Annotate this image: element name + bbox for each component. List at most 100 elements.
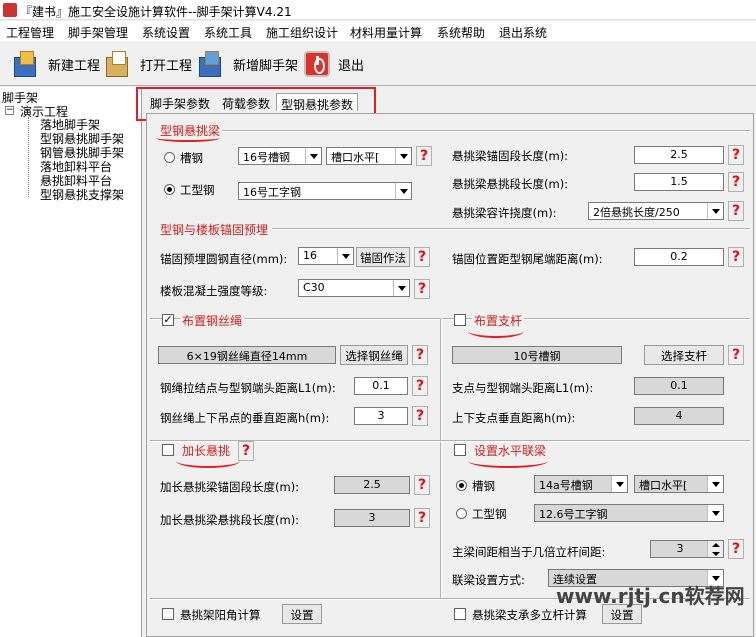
deflection-select[interactable]: 2倍悬挑长度/250 — [588, 202, 724, 220]
window-title: 『建书』施工安全设施计算软件--脚手架计算V4.21 — [20, 5, 292, 19]
help-icon[interactable]: ? — [414, 475, 430, 495]
open-project-button[interactable]: 打开工程 — [104, 46, 192, 82]
label-corner-calc: 悬挑架阳角计算 — [180, 608, 261, 622]
concrete-select[interactable]: C30 — [298, 279, 410, 297]
help-icon[interactable]: ? — [414, 247, 430, 267]
annotation-underline — [468, 454, 548, 468]
menu-exit[interactable]: 退出系统 — [499, 24, 547, 41]
extend-checkbox[interactable] — [162, 444, 174, 456]
add-scaffold-button[interactable]: 新增脚手架 — [197, 46, 298, 82]
strut-value: 10号槽钢 — [452, 346, 622, 364]
label-ibeam: 工型钢 — [180, 183, 215, 197]
help-icon[interactable]: ? — [412, 345, 428, 365]
menu-bar: 工程管理 脚手架管理 系统设置 系统工具 施工组织设计 材料用量计算 系统帮助 … — [0, 21, 756, 41]
menu-help[interactable]: 系统帮助 — [437, 24, 485, 41]
label-deflection: 悬挑梁容许挠度(m): — [452, 206, 557, 220]
cant-len-input[interactable]: 1.5 — [634, 173, 724, 191]
label-extend-cant: 加长悬挑梁悬挑段长度(m): — [160, 513, 300, 527]
strut-l1-input[interactable]: 0.1 — [634, 377, 724, 395]
link-orient-select[interactable]: 槽口水平[ — [634, 475, 724, 493]
add-scaffold-icon — [197, 49, 227, 79]
section-title-rope: 布置钢丝绳 — [180, 312, 245, 329]
label-link-channel: 槽钢 — [472, 479, 495, 493]
tab-load-params[interactable]: 荷载参数 — [218, 93, 274, 111]
label-channel: 槽钢 — [180, 151, 203, 165]
label-extend-anchor: 加长悬挑梁锚固段长度(m): — [160, 480, 300, 494]
radio-beam-ibeam[interactable] — [164, 184, 175, 195]
help-icon[interactable]: ? — [416, 146, 432, 166]
label-anchor-len: 悬挑梁锚固段长度(m): — [452, 149, 569, 163]
channel-orient-select[interactable]: 槽口水平[ — [326, 147, 412, 165]
select-strut-button[interactable]: 选择支杆 — [644, 345, 724, 365]
help-icon[interactable]: ? — [728, 539, 744, 559]
new-project-button[interactable]: 新建工程 — [12, 46, 100, 82]
label-strut-h: 上下支点垂直距离h(m): — [452, 411, 576, 425]
open-folder-icon — [104, 49, 134, 79]
label-rope-l1: 钢绳拉结点与型钢端头距离L1(m): — [160, 381, 336, 395]
help-icon[interactable]: ? — [728, 145, 744, 165]
ibeam-select[interactable]: 16号工字钢 — [238, 182, 412, 200]
label-strut-l1: 支点与型钢端头距离L1(m): — [452, 381, 594, 395]
radio-link-ibeam[interactable] — [456, 508, 467, 519]
bar-diameter-select[interactable]: 16 — [298, 247, 354, 265]
help-icon[interactable]: ? — [728, 247, 744, 267]
help-icon[interactable]: ? — [238, 441, 254, 461]
multi-pole-checkbox[interactable] — [454, 608, 466, 620]
title-bar: 『建书』施工安全设施计算软件--脚手架计算V4.21 — [0, 0, 756, 20]
rope-l1-input[interactable]: 0.1 — [354, 377, 408, 395]
link-spacing-stepper[interactable]: 3 — [650, 540, 724, 558]
new-project-icon — [12, 49, 42, 79]
anchor-len-input[interactable]: 2.5 — [634, 146, 724, 164]
section-title-anchor: 型钢与楼板锚固预埋 — [160, 223, 269, 237]
label-link-ibeam: 工型钢 — [472, 507, 507, 521]
extend-cant-input[interactable]: 3 — [334, 509, 410, 527]
menu-construction[interactable]: 施工组织设计 — [266, 24, 338, 41]
help-icon[interactable]: ? — [414, 279, 430, 299]
rope-h-input[interactable]: 3 — [354, 407, 408, 425]
channel-select[interactable]: 16号槽钢 — [238, 147, 322, 165]
radio-beam-channel[interactable] — [164, 152, 175, 163]
help-icon[interactable]: ? — [728, 201, 744, 221]
menu-settings[interactable]: 系统设置 — [142, 24, 190, 41]
label-multi-pole: 悬挑梁支承多立杆计算 — [472, 608, 587, 622]
strut-checkbox[interactable] — [454, 314, 466, 326]
anchor-pos-input[interactable]: 0.2 — [634, 248, 724, 266]
help-icon[interactable]: ? — [412, 376, 428, 396]
exit-button[interactable]: 退出 — [302, 46, 364, 82]
rope-checkbox[interactable]: ✓ — [162, 314, 174, 326]
tree-item[interactable]: 型钢悬挑支撑架 — [40, 186, 124, 203]
watermark: www.rjtj.cn软荐网 — [556, 584, 745, 608]
corner-settings-button[interactable]: 设置 — [282, 604, 322, 624]
label-bar-diameter: 锚固预埋圆钢直径(mm): — [160, 252, 288, 266]
menu-project[interactable]: 工程管理 — [6, 24, 54, 41]
toolbar: 新建工程 打开工程 新增脚手架 退出 — [0, 42, 756, 86]
app-icon — [3, 3, 17, 17]
help-icon[interactable]: ? — [728, 345, 744, 365]
corner-calc-checkbox[interactable] — [162, 608, 174, 620]
select-rope-button[interactable]: 选择钢丝绳 — [340, 345, 408, 365]
menu-tools[interactable]: 系统工具 — [204, 24, 252, 41]
link-ibeam-select[interactable]: 12.6号工字钢 — [534, 504, 724, 522]
label-link-method: 联梁设置方式: — [452, 573, 525, 587]
project-tree: 脚手架 − 演示工程 落地脚手架 型钢悬挑脚手架 钢管悬挑脚手架 落地卸料平台 … — [0, 87, 142, 637]
tab-steel-cantilever[interactable]: 型钢悬挑参数 — [276, 93, 359, 112]
tab-scaffold-params[interactable]: 脚手架参数 — [146, 93, 214, 111]
anchor-method-button[interactable]: 锚固作法 — [356, 247, 410, 267]
menu-scaffold[interactable]: 脚手架管理 — [68, 24, 128, 41]
link-beam-checkbox[interactable] — [454, 444, 466, 456]
label-rope-h: 钢丝绳上下吊点的垂直距离h(m): — [160, 411, 330, 425]
label-concrete: 楼板混凝土强度等级: — [160, 284, 268, 298]
extend-anchor-input[interactable]: 2.5 — [334, 476, 410, 494]
label-cant-len: 悬挑梁悬挑段长度(m): — [452, 177, 569, 191]
help-icon[interactable]: ? — [412, 406, 428, 426]
menu-materials[interactable]: 材料用量计算 — [350, 24, 422, 41]
strut-h-input[interactable]: 4 — [634, 407, 724, 425]
radio-link-channel[interactable] — [456, 480, 467, 491]
annotation-underline — [468, 324, 524, 338]
link-channel-select[interactable]: 14a号槽钢 — [534, 475, 628, 493]
help-icon[interactable]: ? — [414, 508, 430, 528]
help-icon[interactable]: ? — [728, 172, 744, 192]
collapse-icon[interactable]: − — [5, 106, 14, 115]
power-icon — [302, 49, 332, 79]
label-link-spacing: 主梁间距相当于几倍立杆间距: — [452, 545, 606, 559]
